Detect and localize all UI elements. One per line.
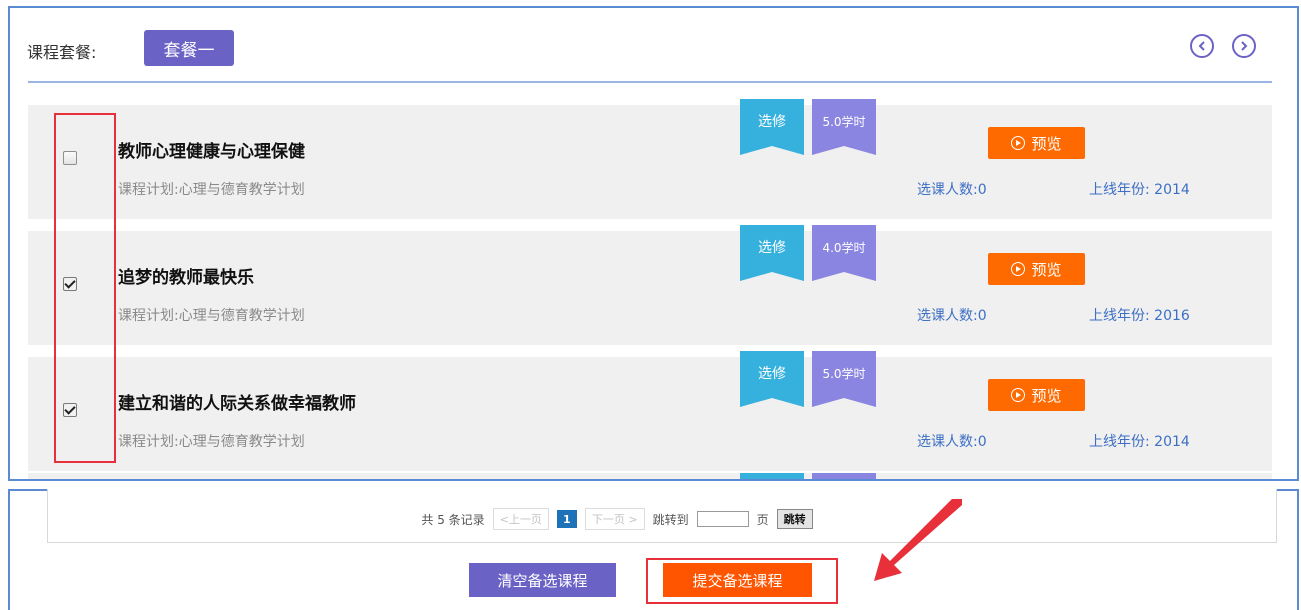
course-row: 追梦的教师最快乐 课程计划:心理与德育教学计划 选修 4.0学时 预览 选课人数… [28, 225, 1272, 345]
course-select-checkbox[interactable] [63, 277, 77, 291]
course-plan: 课程计划:心理与德育教学计划 [118, 308, 305, 324]
elective-ribbon: 选修 [740, 99, 804, 155]
prev-package-button[interactable] [1190, 34, 1214, 58]
chevron-left-icon [1198, 41, 1205, 51]
preview-label: 预览 [1031, 134, 1062, 153]
hours-ribbon: 5.0学时 [812, 99, 876, 155]
next-package-button[interactable] [1232, 34, 1256, 58]
preview-button[interactable]: 预览 [988, 253, 1085, 285]
jump-label: 跳转到 [652, 512, 689, 527]
course-row: 建立和谐的人际关系做幸福教师 课程计划:心理与德育教学计划 选修 5.0学时 预… [28, 351, 1272, 471]
jump-button[interactable]: 跳转 [776, 509, 813, 529]
checkmark-icon [64, 403, 76, 415]
package-label: 课程套餐: [27, 43, 97, 62]
chevron-right-icon [1241, 41, 1248, 51]
course-title[interactable]: 建立和谐的人际关系做幸福教师 [118, 389, 356, 414]
pagination-box: 共 5 条记录 <上一页 1 下一页 > 跳转到 页 跳转 [47, 489, 1277, 543]
preview-label: 预览 [1031, 386, 1062, 405]
preview-label: 预览 [1031, 260, 1062, 279]
action-panel: 共 5 条记录 <上一页 1 下一页 > 跳转到 页 跳转 清空备选课程 提交备… [8, 489, 1299, 610]
jump-page-input[interactable] [696, 511, 749, 527]
current-page: 1 [556, 510, 577, 528]
elective-ribbon: 选修 [740, 225, 804, 281]
course-package-panel: 课程套餐: 套餐一 教师心理健康与心理保健 课程计划:心理与德育教学计划 选修 … [8, 6, 1299, 481]
elective-ribbon-partial [740, 473, 804, 479]
next-page-button[interactable]: 下一页 > [584, 508, 645, 530]
preview-button[interactable]: 预览 [988, 379, 1085, 411]
enroll-count: 选课人数:0 [917, 182, 987, 198]
course-plan: 课程计划:心理与德育教学计划 [118, 434, 305, 450]
course-row-partial [28, 473, 1272, 479]
package-tab[interactable]: 套餐一 [144, 30, 234, 66]
online-year: 上线年份: 2014 [1089, 182, 1190, 198]
prev-page-button[interactable]: <上一页 [492, 508, 549, 530]
clear-candidates-button[interactable]: 清空备选课程 [469, 563, 616, 597]
course-select-checkbox[interactable] [63, 403, 77, 417]
course-select-checkbox[interactable] [63, 151, 77, 165]
preview-button[interactable]: 预览 [988, 127, 1085, 159]
checkmark-icon [64, 277, 76, 289]
submit-candidates-button[interactable]: 提交备选课程 [663, 563, 812, 597]
hours-ribbon: 4.0学时 [812, 225, 876, 281]
record-count: 共 5 条记录 [421, 512, 485, 527]
play-icon [1011, 388, 1026, 402]
online-year: 上线年份: 2016 [1089, 308, 1190, 324]
page-unit: 页 [756, 512, 769, 527]
hours-ribbon: 5.0学时 [812, 351, 876, 407]
course-title[interactable]: 追梦的教师最快乐 [118, 263, 254, 288]
course-row: 教师心理健康与心理保健 课程计划:心理与德育教学计划 选修 5.0学时 预览 选… [28, 99, 1272, 219]
play-icon [1011, 136, 1026, 150]
play-icon [1011, 262, 1026, 276]
course-title[interactable]: 教师心理健康与心理保健 [118, 137, 305, 162]
course-plan: 课程计划:心理与德育教学计划 [118, 182, 305, 198]
course-list: 教师心理健康与心理保健 课程计划:心理与德育教学计划 选修 5.0学时 预览 选… [28, 83, 1272, 479]
elective-ribbon: 选修 [740, 351, 804, 407]
hours-ribbon-partial [812, 473, 876, 479]
enroll-count: 选课人数:0 [917, 434, 987, 450]
enroll-count: 选课人数:0 [917, 308, 987, 324]
online-year: 上线年份: 2014 [1089, 434, 1190, 450]
pagination: 共 5 条记录 <上一页 1 下一页 > 跳转到 页 跳转 [48, 508, 1276, 530]
